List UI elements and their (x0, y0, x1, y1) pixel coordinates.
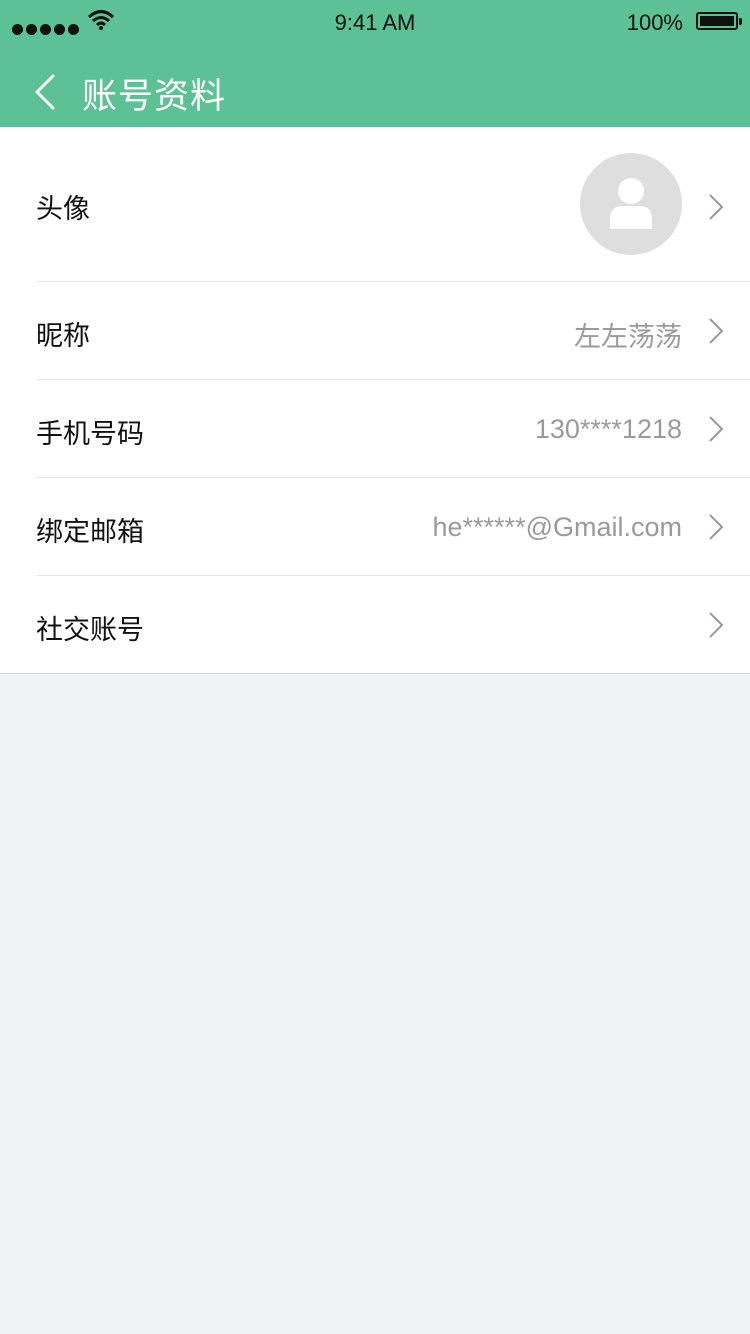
chevron-right-icon (709, 416, 724, 442)
status-bar: 9:41 AM 100% (0, 0, 750, 44)
phone-row[interactable]: 手机号码 130****1218 (0, 380, 750, 478)
navigation-bar: 账号资料 (0, 56, 750, 127)
back-icon[interactable] (34, 74, 56, 110)
page-title: 账号资料 (82, 77, 227, 117)
chevron-right-icon (709, 612, 724, 638)
email-value: he******@Gmail.com (432, 512, 683, 542)
social-accounts-row[interactable]: 社交账号 (0, 576, 750, 674)
phone-value: 130****1218 (534, 414, 682, 444)
header: 9:41 AM 100% 账号资料 (0, 0, 750, 127)
chevron-right-icon (709, 318, 724, 344)
social-accounts-label: 社交账号 (36, 615, 144, 646)
profile-list: 头像 昵称 左左荡荡 手机号码 130****1218 绑定邮箱 he*****… (0, 127, 750, 674)
email-label: 绑定邮箱 (36, 517, 144, 548)
avatar-row[interactable]: 头像 (0, 127, 750, 282)
chevron-right-icon (709, 514, 724, 540)
chevron-right-icon (709, 194, 724, 220)
battery-icon (696, 12, 742, 30)
nickname-value: 左左荡荡 (574, 322, 682, 352)
avatar-label: 头像 (36, 194, 90, 225)
user-placeholder-icon (610, 178, 652, 229)
nickname-label: 昵称 (36, 321, 90, 352)
list-bottom-border (0, 673, 750, 674)
phone-label: 手机号码 (36, 419, 144, 450)
nickname-row[interactable]: 昵称 左左荡荡 (0, 282, 750, 380)
email-row[interactable]: 绑定邮箱 he******@Gmail.com (0, 478, 750, 576)
avatar[interactable] (580, 153, 682, 255)
battery-percentage: 100% (626, 10, 683, 35)
